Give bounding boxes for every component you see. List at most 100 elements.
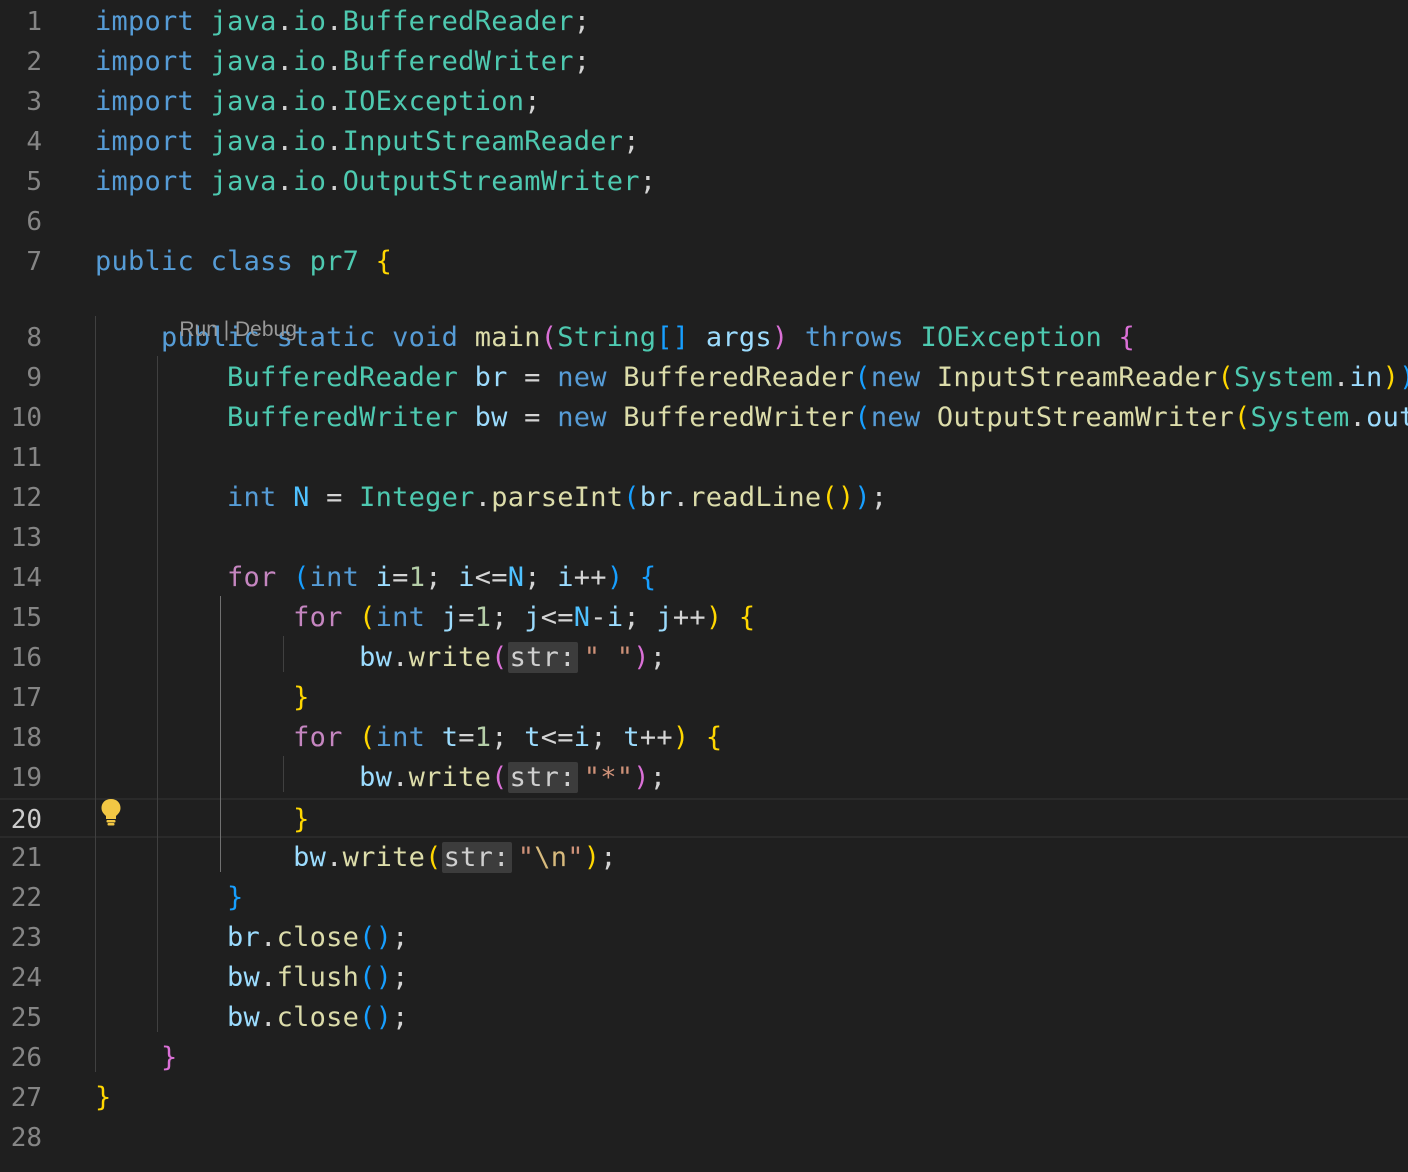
code-line[interactable]: 3 import java.io.IOException; [0,82,1408,122]
code-token: BufferedWriter [342,46,574,77]
lightbulb-icon[interactable] [100,798,122,826]
code-token: IOException [342,86,525,117]
code-token: io [293,46,327,77]
code-token: \n [534,842,568,873]
code-line[interactable]: 10 BufferedWriter bw = new BufferedWrite… [0,398,1408,438]
code-line[interactable]: 23 br.close(); [0,918,1408,958]
inlay-hint: str: [507,642,578,673]
code-lens-debug[interactable]: Debug [235,318,297,341]
code-token: IOException [920,322,1103,353]
code-token: parseInt [491,482,624,513]
code-token: io [293,126,327,157]
line-number: 2 [26,47,42,77]
code-token: BufferedReader [342,6,574,37]
code-token: ; [524,86,541,117]
code-token: import [95,86,195,117]
code-token: ; [649,762,667,793]
code-token: = [507,362,558,393]
code-token: <= [540,602,574,633]
code-line[interactable]: 21 bw.write(str: "\n"); [0,838,1408,878]
code-token: ( [491,642,508,673]
code-line[interactable]: 16 bw.write(str: " "); [0,638,1408,678]
code-token: = [392,562,409,593]
code-token: i [557,562,574,593]
code-token: } [95,1082,112,1113]
code-line[interactable]: 17 } [0,678,1408,718]
code-token: { [1118,322,1136,353]
code-line[interactable]: 24 bw.flush(); [0,958,1408,998]
code-token: <= [474,562,508,593]
code-lens: Run | Debug [156,282,297,341]
code-line[interactable]: 14 for (int i=1; i<=N; i++) { [0,558,1408,598]
code-text: br.close(); [95,918,409,958]
line-number: 22 [10,883,42,913]
code-line[interactable]: 28 [0,1118,1408,1158]
code-text: public class pr7 { [95,242,392,282]
code-token: ; [649,642,667,673]
code-text: bw.flush(); [95,958,409,998]
code-line[interactable]: 27} [0,1078,1408,1118]
code-text: } [95,878,244,918]
code-line[interactable]: 18 for (int t=1; t<=i; t++) { [0,718,1408,758]
code-token: for [293,602,343,633]
code-line[interactable]: 4 import java.io.InputStreamReader; [0,122,1408,162]
line-number: 10 [10,403,42,433]
code-line[interactable]: 26 } [0,1038,1408,1078]
code-token: InputStreamReader [936,362,1218,393]
code-line[interactable]: 12 int N = Integer.parseInt(br.readLine(… [0,478,1408,518]
code-line[interactable]: 6 [0,202,1408,242]
code-token: N [507,562,525,593]
code-token: io [293,86,327,117]
code-editor[interactable]: 1 import java.io.BufferedReader; 2 import j… [0,0,1408,1172]
code-token: new [870,362,921,393]
code-line[interactable]: 5 import java.io.OutputStreamWriter; [0,162,1408,202]
code-line[interactable]: 20 } [0,798,1408,838]
code-token: ) [606,562,624,593]
code-line[interactable]: 7 public class pr7 { [0,242,1408,282]
code-line[interactable]: 13 [0,518,1408,558]
code-line[interactable]: 22 } [0,878,1408,918]
code-line[interactable]: 2 import java.io.BufferedWriter; [0,42,1408,82]
code-line[interactable]: 19 bw.write(str: "*"); [0,758,1408,798]
code-token: 1 [408,562,426,593]
code-token: " " [583,642,634,673]
code-token: public [95,246,195,277]
code-token: ; [623,602,657,633]
code-token: t [623,722,640,753]
code-lens-run[interactable]: Run [179,318,218,341]
code-token: . [260,962,277,993]
code-text: } [95,1038,178,1078]
line-number: 13 [10,523,42,553]
code-token: <= [540,722,574,753]
code-line[interactable]: 9 BufferedReader br = new BufferedReader… [0,358,1408,398]
code-line[interactable]: 25 bw.close(); [0,998,1408,1038]
code-token: . [276,86,294,117]
code-text: BufferedReader br = new BufferedReader(n… [95,358,1408,398]
code-token: ) [705,602,723,633]
inlay-hint: str: [507,762,578,793]
code-token: } [293,804,310,835]
code-text: import java.io.OutputStreamWriter; [95,162,656,202]
code-line[interactable]: 11 [0,438,1408,478]
code-line[interactable]: 15 for (int j=1; j<=N-i; j++) { [0,598,1408,638]
code-token: BufferedReader [623,362,855,393]
code-line[interactable]: 1 import java.io.BufferedReader; [0,2,1408,42]
code-token: ; [573,46,591,77]
code-token: Integer [359,482,475,513]
code-token: - [590,602,607,633]
code-token: } [293,682,310,713]
code-token: import [95,166,195,197]
